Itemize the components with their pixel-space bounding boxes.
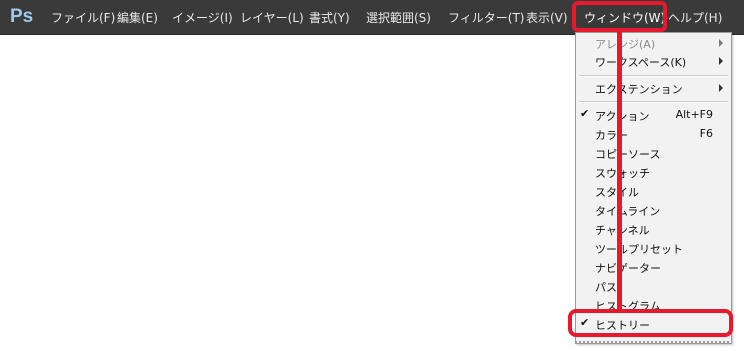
submenu-arrow-icon <box>719 39 723 47</box>
menu-item-label: ナビゲーター <box>595 262 661 275</box>
menu-item-shortcut: Alt+F9 <box>675 108 713 121</box>
window-menu-item-channels[interactable]: チャンネル <box>576 220 731 239</box>
window-menu-item-navigator[interactable]: ナビゲーター <box>576 258 731 277</box>
menu-filter[interactable]: フィルター(T) <box>448 9 524 26</box>
window-menu-item-arrange[interactable]: アレンジ(A) <box>576 34 731 53</box>
window-menu-item-paths[interactable]: パス <box>576 277 731 296</box>
menu-item-label: カラー <box>595 129 628 142</box>
menu-item-label: ワークスペース(K) <box>595 56 687 69</box>
window-menu-item-color[interactable]: カラー F6 <box>576 125 731 144</box>
highlight-history-item <box>568 309 733 337</box>
window-menu-item-clone-source[interactable]: コピーソース <box>576 144 731 163</box>
photoshop-logo-icon: Ps <box>10 6 34 27</box>
menu-item-label: エクステンション <box>595 83 683 96</box>
menu-item-label: アクション <box>595 110 650 123</box>
window-menu-dropdown: アレンジ(A) ワークスペース(K) エクステンション ✔ アクション Alt+… <box>575 32 732 344</box>
menu-item-label: ツールプリセット <box>595 243 683 256</box>
window-menu-item-tool-presets[interactable]: ツールプリセット <box>576 239 731 258</box>
window-menu-item-styles[interactable]: スタイル <box>576 182 731 201</box>
menu-help[interactable]: ヘルプ(H) <box>668 9 722 26</box>
submenu-arrow-icon <box>719 57 723 65</box>
menu-separator <box>579 101 728 103</box>
menu-layer[interactable]: レイヤー(L) <box>240 9 304 26</box>
menu-item-label: アレンジ(A) <box>595 38 656 51</box>
window-menu-item-workspace[interactable]: ワークスペース(K) <box>576 52 731 71</box>
submenu-arrow-icon <box>719 84 723 92</box>
menu-select[interactable]: 選択範囲(S) <box>366 9 431 26</box>
menu-image[interactable]: イメージ(I) <box>172 9 233 26</box>
window-menu-item-extensions[interactable]: エクステンション <box>576 79 731 98</box>
menu-separator <box>579 75 728 77</box>
window-menu-item-timeline[interactable]: タイムライン <box>576 201 731 220</box>
menu-type[interactable]: 書式(Y) <box>309 9 350 26</box>
highlight-window-menu <box>572 1 667 32</box>
menu-item-label: パス <box>595 281 617 294</box>
window-menu-item-actions[interactable]: ✔ アクション Alt+F9 <box>576 106 731 125</box>
menu-file[interactable]: ファイル(F) <box>51 9 115 26</box>
menu-item-label: チャンネル <box>595 224 650 237</box>
menu-item-shortcut: F6 <box>699 127 713 140</box>
menu-item-label: スウォッチ <box>595 167 650 180</box>
menu-edit[interactable]: 編集(E) <box>117 9 158 26</box>
highlight-connector-line <box>617 31 622 311</box>
window-menu-item-swatches[interactable]: スウォッチ <box>576 163 731 182</box>
menu-item-label: タイムライン <box>595 205 661 218</box>
checkmark-icon: ✔ <box>580 107 590 120</box>
menu-view[interactable]: 表示(V) <box>526 9 568 26</box>
menu-item-label: コピーソース <box>595 148 661 161</box>
menu-torn-edge <box>575 341 732 344</box>
